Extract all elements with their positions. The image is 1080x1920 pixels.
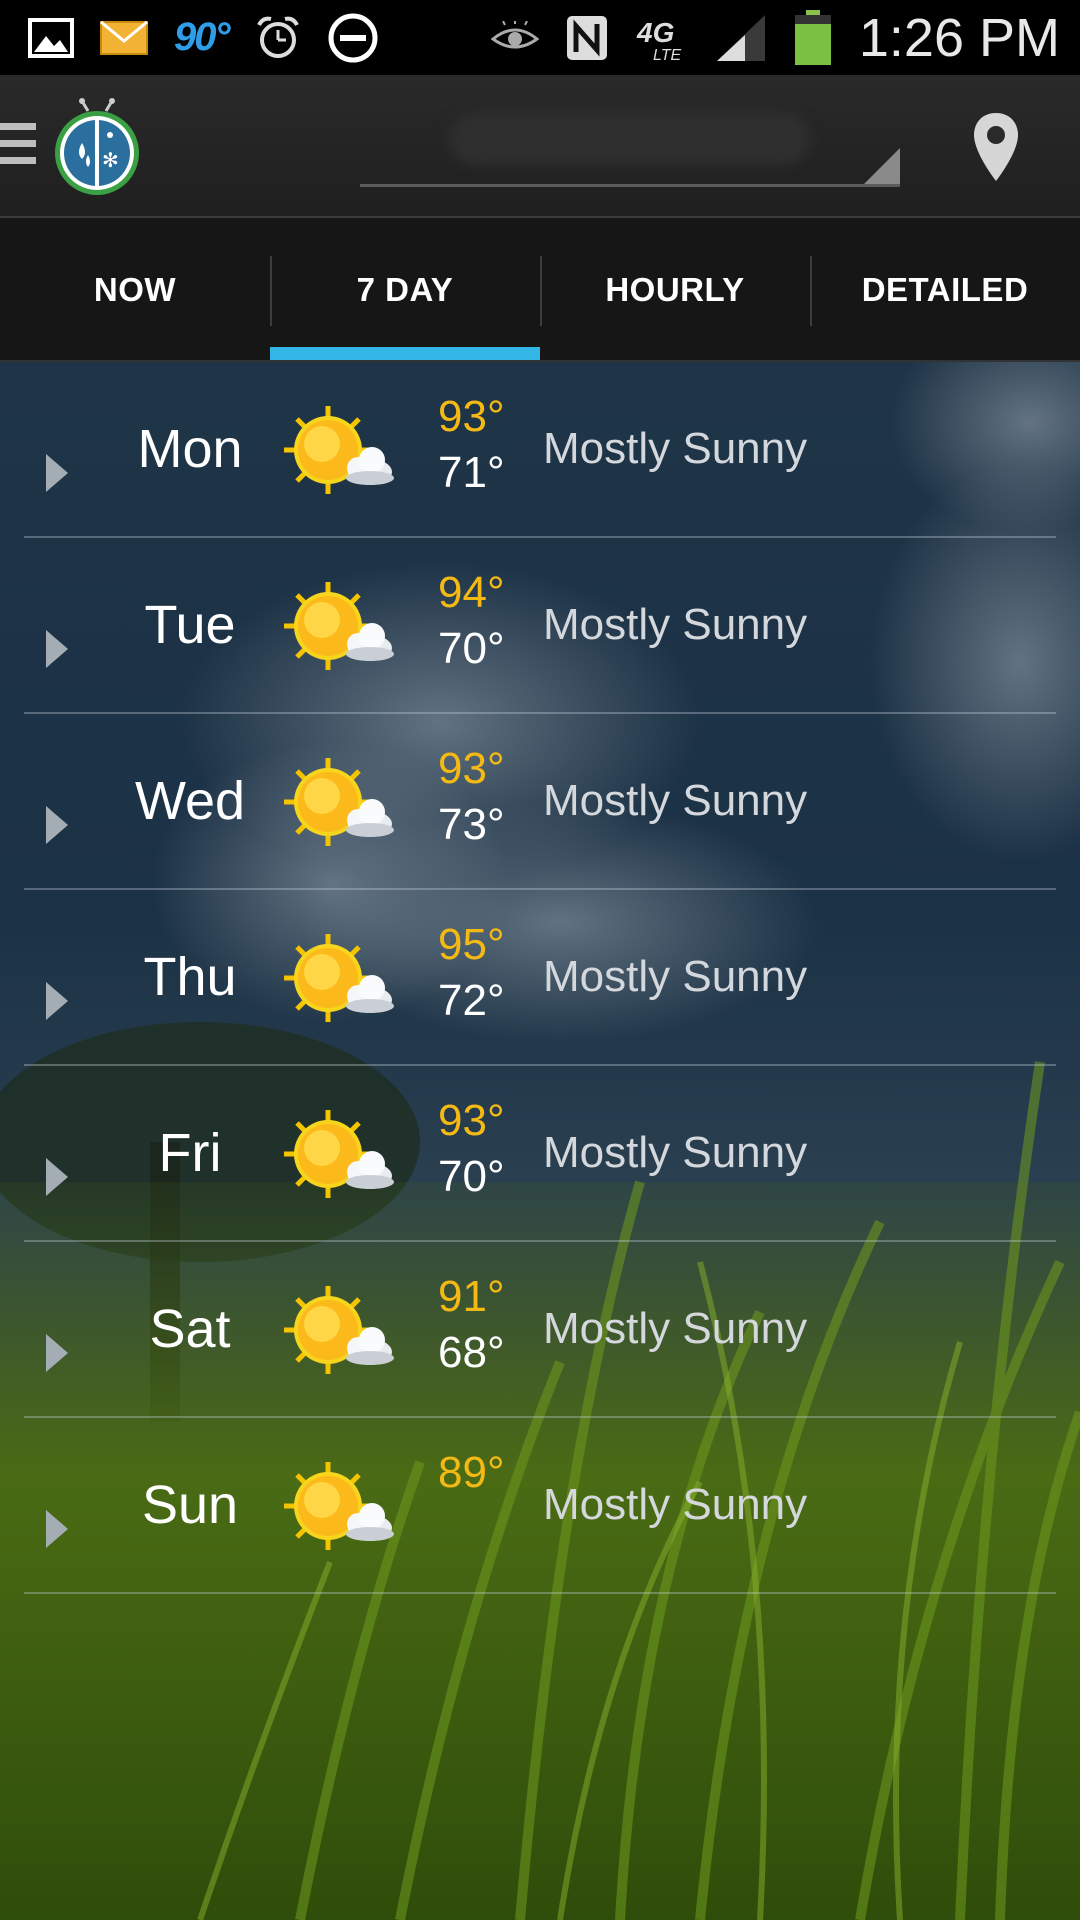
day-name: Fri — [158, 1123, 222, 1183]
high-temp: 94° — [438, 568, 505, 617]
location-dropdown[interactable] — [360, 95, 900, 187]
tab-label: NOW — [93, 271, 177, 308]
mostly-sunny-icon — [284, 1286, 394, 1374]
status-right-group: 4G LTE 1:26 PM — [490, 7, 1060, 69]
weather-temp-icon: 90° — [174, 13, 230, 63]
app-bar: ✻ — [0, 75, 1080, 218]
eye-icon — [490, 13, 539, 63]
signal-icon — [715, 13, 767, 63]
high-temp: 93° — [438, 744, 505, 793]
forecast-row[interactable]: Wed 93° 73° Mostly Sunny — [0, 714, 1080, 890]
battery-icon — [793, 9, 833, 65]
tab-7-day[interactable]: 7 DAY — [270, 218, 540, 362]
svg-text:LTE: LTE — [653, 47, 681, 62]
mostly-sunny-icon — [284, 406, 394, 494]
low-temp: 68° — [438, 1328, 505, 1377]
expand-arrow-icon[interactable] — [46, 1158, 68, 1196]
high-temp: 93° — [438, 392, 505, 441]
mostly-sunny-icon — [284, 1110, 394, 1198]
tab-label: DETAILED — [861, 271, 1029, 308]
day-name: Thu — [143, 947, 237, 1007]
expand-arrow-icon[interactable] — [46, 982, 68, 1020]
alarm-icon — [255, 13, 301, 63]
expand-arrow-icon[interactable] — [46, 454, 68, 492]
forecast-row[interactable]: Fri 93° 70° Mostly Sunny — [0, 1066, 1080, 1242]
low-temp: 72° — [438, 976, 505, 1025]
expand-arrow-icon[interactable] — [46, 1510, 68, 1548]
status-temperature: 90° — [174, 15, 230, 59]
low-temp: 71° — [438, 448, 505, 497]
tab-label: HOURLY — [605, 271, 745, 308]
high-temp: 95° — [438, 920, 505, 969]
dropdown-triangle-icon — [864, 148, 900, 184]
day-name: Mon — [137, 419, 243, 479]
mostly-sunny-icon — [284, 934, 394, 1022]
tab-now[interactable]: NOW — [0, 218, 270, 362]
expand-arrow-icon[interactable] — [46, 806, 68, 844]
location-pin-icon[interactable] — [966, 109, 1026, 189]
weatherbug-logo-icon[interactable]: ✻ — [50, 97, 144, 197]
low-temp: 70° — [438, 1152, 505, 1201]
condition-text: Mostly Sunny — [543, 776, 808, 825]
location-value-redacted — [450, 113, 810, 165]
tab-label: 7 DAY — [356, 271, 454, 308]
svg-text:4G: 4G — [636, 17, 674, 48]
condition-text: Mostly Sunny — [543, 1304, 808, 1353]
tab-hourly[interactable]: HOURLY — [540, 218, 810, 362]
do-not-disturb-icon — [327, 13, 379, 63]
high-temp: 89° — [438, 1448, 505, 1497]
day-name: Sat — [149, 1299, 231, 1359]
high-temp: 91° — [438, 1272, 505, 1321]
nfc-icon — [565, 13, 609, 63]
status-time: 1:26 PM — [858, 7, 1060, 68]
mostly-sunny-icon — [284, 758, 394, 846]
gallery-icon — [28, 13, 74, 63]
high-temp: 93° — [438, 1096, 505, 1145]
email-icon — [100, 13, 148, 63]
4g-lte-icon: 4G LTE — [635, 13, 689, 63]
tab-bar: NOW 7 DAY HOURLY DETAILED — [0, 218, 1080, 362]
menu-icon[interactable] — [0, 123, 36, 169]
day-name: Sun — [141, 1475, 239, 1535]
row-divider — [24, 1592, 1056, 1594]
forecast-row[interactable]: Thu 95° 72° Mostly Sunny — [0, 890, 1080, 1066]
status-bar: 90° 4G LTE 1:26 PM — [0, 0, 1080, 75]
day-name: Tue — [144, 595, 236, 655]
tab-detailed[interactable]: DETAILED — [810, 218, 1080, 362]
low-temp: 73° — [438, 800, 505, 849]
day-name: Wed — [134, 771, 246, 831]
low-temp: 70° — [438, 624, 505, 673]
forecast-row[interactable]: Tue 94° 70° Mostly Sunny — [0, 538, 1080, 714]
forecast-row[interactable]: Sat 91° 68° Mostly Sunny — [0, 1242, 1080, 1418]
expand-arrow-icon[interactable] — [46, 630, 68, 668]
mostly-sunny-icon — [284, 582, 394, 670]
condition-text: Mostly Sunny — [543, 1128, 808, 1177]
condition-text: Mostly Sunny — [543, 952, 808, 1001]
status-left-group: 90° — [28, 13, 379, 63]
svg-text:✻: ✻ — [102, 148, 119, 172]
forecast-row[interactable]: Mon 93° 71° Mostly Sunny — [0, 362, 1080, 538]
mostly-sunny-icon — [284, 1462, 394, 1550]
condition-text: Mostly Sunny — [543, 424, 808, 473]
condition-text: Mostly Sunny — [543, 1480, 808, 1529]
forecast-row[interactable]: Sun 89° Mostly Sunny — [0, 1418, 1080, 1594]
condition-text: Mostly Sunny — [543, 600, 808, 649]
expand-arrow-icon[interactable] — [46, 1334, 68, 1372]
forecast-list: Mon 93° 71° Mostly Sunny Tue 94° 70° Mos… — [0, 362, 1080, 1594]
